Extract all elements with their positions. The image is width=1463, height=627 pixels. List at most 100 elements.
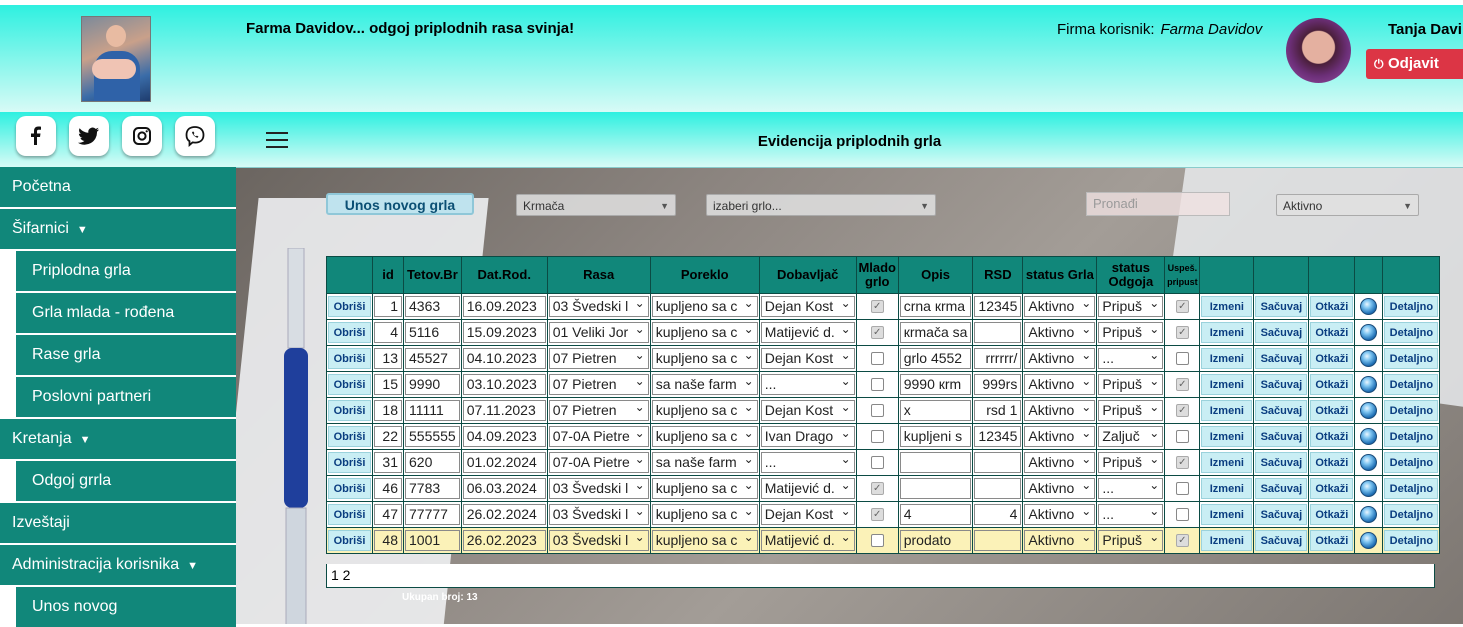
pagination-pages[interactable]: 1 2: [331, 567, 350, 583]
supplier-select[interactable]: Matijević d.: [760, 322, 855, 343]
breeding-status-select[interactable]: Pripuš: [1098, 374, 1164, 395]
user-avatar[interactable]: [1286, 18, 1351, 83]
successful-mating-checkbox[interactable]: ✓: [1175, 378, 1189, 391]
id-field[interactable]: 48: [374, 530, 402, 551]
young-animal-checkbox[interactable]: ✓: [870, 482, 884, 495]
tattoo-number-field[interactable]: 7783: [405, 478, 460, 499]
animal-status-select[interactable]: Aktivno: [1024, 322, 1096, 343]
save-button[interactable]: Sačuvaj: [1255, 400, 1308, 421]
pagination[interactable]: 1 2: [326, 564, 1435, 588]
breed-select[interactable]: 03 Švedski l: [548, 478, 649, 499]
breeding-status-select[interactable]: Zaljuč: [1098, 426, 1164, 447]
tattoo-number-field[interactable]: 1001: [405, 530, 460, 551]
menu-administracija[interactable]: Administracija korisnika ▼: [0, 545, 236, 585]
animal-status-select[interactable]: Aktivno: [1024, 504, 1096, 525]
rsd-field[interactable]: [974, 322, 1022, 343]
details-button[interactable]: Detaljno: [1384, 348, 1439, 369]
facebook-icon[interactable]: [16, 116, 56, 156]
breed-select[interactable]: 03 Švedski l: [548, 504, 649, 525]
breed-select[interactable]: 07-0A Pietre: [548, 452, 649, 473]
breeding-status-select[interactable]: Pripuš: [1098, 530, 1164, 551]
delete-button[interactable]: Obriši: [328, 530, 371, 551]
details-button[interactable]: Detaljno: [1384, 452, 1439, 473]
delete-button[interactable]: Obriši: [328, 478, 371, 499]
animal-status-select[interactable]: Aktivno: [1024, 530, 1096, 551]
origin-select[interactable]: kupljeno sa c: [651, 296, 758, 317]
delete-button[interactable]: Obriši: [328, 374, 371, 395]
origin-select[interactable]: kupljeno sa c: [651, 426, 758, 447]
save-button[interactable]: Sačuvaj: [1255, 504, 1308, 525]
birth-date-field[interactable]: 06.03.2024: [462, 478, 546, 499]
tattoo-number-field[interactable]: 45527: [405, 348, 460, 369]
globe-icon[interactable]: [1360, 298, 1378, 315]
young-animal-checkbox[interactable]: [870, 404, 884, 417]
young-animal-checkbox[interactable]: [870, 430, 884, 443]
menu-izvestaji[interactable]: Izveštaji: [0, 503, 236, 543]
birth-date-field[interactable]: 16.09.2023: [462, 296, 546, 317]
animal-status-select[interactable]: Aktivno: [1024, 348, 1096, 369]
breeding-status-select[interactable]: Pripuš: [1098, 322, 1164, 343]
breeding-status-select[interactable]: Pripuš: [1098, 296, 1164, 317]
description-field[interactable]: crna кrma: [899, 296, 972, 317]
supplier-select[interactable]: Dejan Kost: [760, 296, 855, 317]
breeding-status-select[interactable]: Pripuš: [1098, 400, 1164, 421]
save-button[interactable]: Sačuvaj: [1255, 478, 1308, 499]
details-button[interactable]: Detaljno: [1384, 400, 1439, 421]
origin-select[interactable]: kupljeno sa c: [651, 322, 758, 343]
details-button[interactable]: Detaljno: [1384, 322, 1439, 343]
tattoo-number-field[interactable]: 4363: [405, 296, 460, 317]
tattoo-number-field[interactable]: 5116: [405, 322, 460, 343]
successful-mating-checkbox[interactable]: [1175, 482, 1189, 495]
supplier-select[interactable]: Ivan Drago: [760, 426, 855, 447]
edit-button[interactable]: Izmeni: [1201, 322, 1253, 343]
supplier-select[interactable]: Matijević d.: [760, 530, 855, 551]
edit-button[interactable]: Izmeni: [1201, 504, 1253, 525]
birth-date-field[interactable]: 26.02.2024: [462, 504, 546, 525]
animal-status-select[interactable]: Aktivno: [1024, 452, 1096, 473]
tattoo-number-field[interactable]: 77777: [405, 504, 460, 525]
supplier-select[interactable]: Dejan Kost: [760, 504, 855, 525]
save-button[interactable]: Sačuvaj: [1255, 348, 1308, 369]
details-button[interactable]: Detaljno: [1384, 296, 1439, 317]
cancel-button[interactable]: Otkaži: [1310, 530, 1354, 551]
save-button[interactable]: Sačuvaj: [1255, 374, 1308, 395]
delete-button[interactable]: Obriši: [328, 504, 371, 525]
viber-icon[interactable]: [175, 116, 215, 156]
status-filter-select[interactable]: Aktivno ▼: [1276, 194, 1419, 216]
cancel-button[interactable]: Otkaži: [1310, 374, 1354, 395]
save-button[interactable]: Sačuvaj: [1255, 322, 1308, 343]
birth-date-field[interactable]: 03.10.2023: [462, 374, 546, 395]
origin-select[interactable]: kupljeno sa c: [651, 530, 758, 551]
menu-grla-mlada[interactable]: Grla mlada - rođena: [16, 293, 236, 333]
details-button[interactable]: Detaljno: [1384, 374, 1439, 395]
description-field[interactable]: x: [899, 400, 972, 421]
save-button[interactable]: Sačuvaj: [1255, 426, 1308, 447]
globe-icon[interactable]: [1360, 350, 1378, 367]
menu-kretanja[interactable]: Kretanja ▼: [0, 419, 236, 459]
menu-poslovni-partneri[interactable]: Poslovni partneri: [16, 377, 236, 417]
rsd-field[interactable]: rrrrrr/: [974, 348, 1022, 369]
details-button[interactable]: Detaljno: [1384, 504, 1439, 525]
successful-mating-checkbox[interactable]: ✓: [1175, 300, 1189, 313]
successful-mating-checkbox[interactable]: ✓: [1175, 326, 1189, 339]
origin-select[interactable]: sa naše farm: [651, 374, 758, 395]
twitter-icon[interactable]: [69, 116, 109, 156]
origin-select[interactable]: kupljeno sa c: [651, 478, 758, 499]
menu-priplodna-grla[interactable]: Priplodna grla: [16, 251, 236, 291]
save-button[interactable]: Sačuvaj: [1255, 452, 1308, 473]
origin-select[interactable]: kupljeno sa c: [651, 348, 758, 369]
origin-select[interactable]: kupljeno sa c: [651, 400, 758, 421]
description-field[interactable]: кrmača sa: [899, 322, 972, 343]
animal-status-select[interactable]: Aktivno: [1024, 296, 1096, 317]
details-button[interactable]: Detaljno: [1384, 426, 1439, 447]
globe-icon[interactable]: [1360, 376, 1378, 393]
breed-select[interactable]: 01 Veliki Jor: [548, 322, 649, 343]
rsd-field[interactable]: [974, 530, 1022, 551]
young-animal-checkbox[interactable]: ✓: [870, 300, 884, 313]
id-field[interactable]: 13: [374, 348, 402, 369]
delete-button[interactable]: Obriši: [328, 348, 371, 369]
menu-sifarnici[interactable]: Šifarnici ▼: [0, 209, 236, 249]
description-field[interactable]: [899, 478, 972, 499]
globe-icon[interactable]: [1360, 324, 1378, 341]
tattoo-number-field[interactable]: 620: [405, 452, 460, 473]
